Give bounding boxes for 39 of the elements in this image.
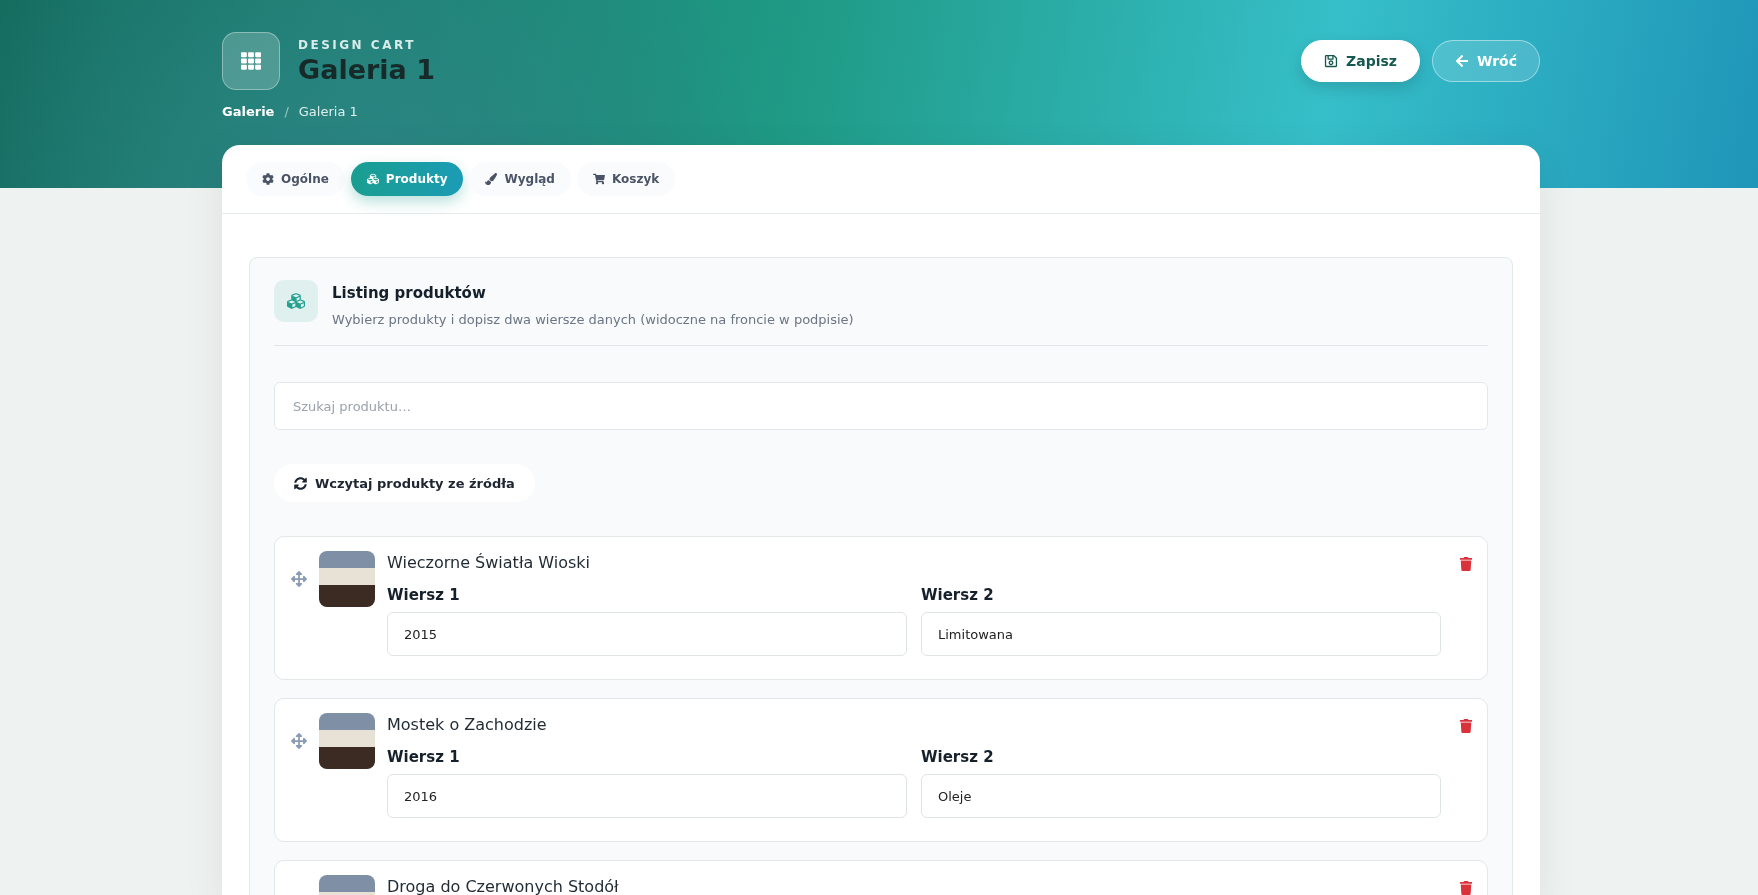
gear-icon	[262, 173, 274, 185]
field-label: Wiersz 1	[387, 748, 461, 766]
move-icon[interactable]	[291, 571, 307, 587]
save-button[interactable]: Zapisz	[1301, 40, 1420, 82]
cart-icon	[592, 173, 605, 185]
trash-icon[interactable]	[1459, 719, 1473, 733]
product-name: Mostek o Zachodzie	[387, 715, 548, 734]
load-products-button[interactable]: Wczytaj produkty ze źródła	[274, 464, 535, 502]
section-title: Listing produktów	[332, 284, 487, 302]
input-field[interactable]: Oleje	[921, 774, 1441, 818]
cubes-icon	[274, 280, 318, 322]
product-name: Droga do Czerwonych Stodół	[387, 877, 620, 895]
photo-placeholder	[319, 551, 375, 607]
field-label: Wiersz 2	[921, 586, 995, 604]
page-title: Galeria 1	[298, 53, 435, 85]
refresh-icon	[294, 476, 307, 490]
breadcrumb-separator: /	[284, 104, 289, 119]
move-icon[interactable]	[291, 733, 307, 749]
tab[interactable]: Koszyk	[576, 162, 676, 196]
search-field[interactable]: Szukaj produktu…	[274, 382, 1488, 430]
tab[interactable]: Ogólne	[246, 162, 345, 196]
breadcrumb-link[interactable]: Galerie	[222, 104, 275, 119]
grid-icon	[222, 32, 280, 90]
input-field[interactable]: Limitowana	[921, 612, 1441, 656]
trash-icon[interactable]	[1459, 557, 1473, 571]
input-field[interactable]: 2015	[387, 612, 907, 656]
floppy-icon	[1324, 54, 1339, 68]
field-label: Wiersz 2	[921, 748, 995, 766]
tab[interactable]: Wygląd	[469, 162, 571, 196]
eyebrow-text: DESIGN CART	[298, 37, 417, 52]
brush-icon	[485, 173, 498, 185]
photo-placeholder	[319, 713, 375, 769]
arrow-left-icon	[1454, 54, 1469, 68]
cubes-icon	[366, 173, 379, 185]
section-subtitle: Wybierz produkty i dopisz dwa wiersze danych (widoczne na froncie w podpisie)	[332, 312, 854, 327]
product-name: Wieczorne Światła Wioski	[387, 553, 592, 572]
trash-icon[interactable]	[1459, 881, 1473, 895]
field-label: Wiersz 1	[387, 586, 461, 604]
input-field[interactable]: 2016	[387, 774, 907, 818]
